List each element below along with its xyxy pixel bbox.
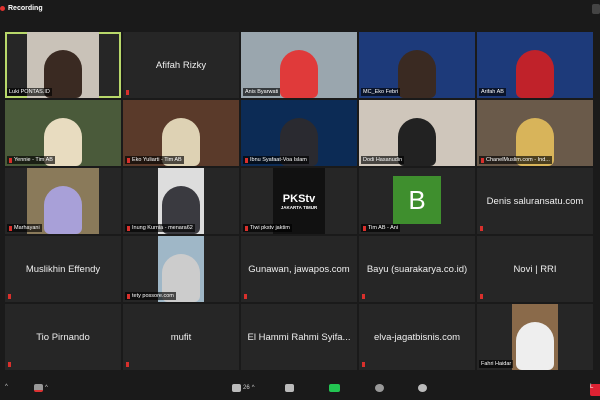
participant-name-label: tety possore.com xyxy=(125,292,176,300)
participant-name-label: Anis Byarwati xyxy=(243,88,281,96)
participant-tile[interactable]: Eko Yuliarti - Tim AB xyxy=(123,100,239,166)
muted-mic-icon xyxy=(244,294,247,299)
participant-tile[interactable]: tety possore.com xyxy=(123,236,239,302)
participant-tile[interactable]: Novi | RRI xyxy=(477,236,593,302)
recording-dot-icon xyxy=(0,6,5,11)
muted-mic-icon xyxy=(245,225,248,231)
muted-mic-icon xyxy=(480,226,483,231)
participant-tile[interactable]: Luki PONTAS.ID xyxy=(5,32,121,98)
participant-tile[interactable]: Arifah AB xyxy=(477,32,593,98)
participant-name: Muslikhin Effendy xyxy=(25,263,101,275)
participant-name-label: Tiwi pkstv jaktim xyxy=(243,224,292,232)
recording-indicator[interactable]: Recording xyxy=(0,5,43,12)
chat-icon xyxy=(285,384,294,392)
participant-name: Novi | RRI xyxy=(513,263,557,275)
muted-mic-icon xyxy=(127,293,130,299)
muted-mic-icon xyxy=(362,294,365,299)
participant-tile[interactable]: MC_Eko Febri xyxy=(359,32,475,98)
muted-mic-icon xyxy=(8,362,11,367)
participant-tile[interactable]: Anis Byarwati xyxy=(241,32,357,98)
record-icon xyxy=(375,384,384,392)
participant-name-label: Luki PONTAS.ID xyxy=(7,88,52,96)
muted-mic-icon xyxy=(9,225,12,231)
participant-tile[interactable]: Yennie - Tim AB xyxy=(5,100,121,166)
participants-icon xyxy=(232,384,241,392)
share-screen-icon xyxy=(329,384,340,392)
participant-name: elva-jagatbisnis.com xyxy=(373,331,461,343)
muted-mic-icon xyxy=(127,157,130,163)
participant-name: Bayu (suarakarya.co.id) xyxy=(366,263,468,275)
meeting-toolbar: ^ ^ 26 ^ L xyxy=(0,378,600,400)
participant-name: mufit xyxy=(170,331,192,343)
share-screen-button[interactable] xyxy=(329,384,340,392)
participant-tile[interactable]: Ibnu Syafaat-Voa Islam xyxy=(241,100,357,166)
reaction-icon xyxy=(418,384,427,392)
participant-tile[interactable]: Gunawan, jawapos.com xyxy=(241,236,357,302)
participant-name: Gunawan, jawapos.com xyxy=(248,263,350,275)
participant-name-label: Yennie - Tim AB xyxy=(7,156,55,164)
participant-tile[interactable]: Inung Kurnia - menara62 xyxy=(123,168,239,234)
muted-mic-icon xyxy=(362,362,365,367)
participant-tile[interactable]: Muslikhin Effendy xyxy=(5,236,121,302)
participant-tile[interactable]: Denis saluransatu.com xyxy=(477,168,593,234)
participant-tile[interactable]: Afifah Rizky xyxy=(123,32,239,98)
reactions-button[interactable] xyxy=(418,384,427,392)
participant-name-label: Arifah AB xyxy=(479,88,506,96)
participant-tile[interactable]: Tio Pirnando xyxy=(5,304,121,370)
participant-name-label: Ibnu Syafaat-Voa Islam xyxy=(243,156,309,164)
participant-name-label: Fahri Haidar xyxy=(479,360,514,368)
muted-mic-icon xyxy=(9,157,12,163)
participant-tile[interactable]: El Hammi Rahmi Syifa... xyxy=(241,304,357,370)
participant-tile[interactable]: Marhayani xyxy=(5,168,121,234)
participant-name: Denis saluransatu.com xyxy=(486,195,584,207)
muted-mic-icon xyxy=(126,362,129,367)
participant-name: Afifah Rizky xyxy=(155,59,207,71)
muted-mic-icon xyxy=(481,157,484,163)
participant-name-label: Tim AB - Ani xyxy=(361,224,401,232)
participant-tile[interactable]: Dodi Hasanudin xyxy=(359,100,475,166)
stop-video-button[interactable]: ^ xyxy=(34,384,48,392)
leave-button[interactable]: L xyxy=(590,384,600,396)
participant-tile[interactable]: Bayu (suarakarya.co.id) xyxy=(359,236,475,302)
muted-mic-icon xyxy=(127,225,130,231)
participant-name-label: Inung Kurnia - menara62 xyxy=(125,224,195,232)
participant-name-label: ChanelMuslim.com - Ind... xyxy=(479,156,552,164)
chat-button[interactable] xyxy=(285,384,294,392)
audio-options-chevron-icon[interactable]: ^ xyxy=(5,384,8,390)
top-bar: Recording xyxy=(0,0,600,22)
participant-name-label: Dodi Hasanudin xyxy=(361,156,405,164)
participant-tile[interactable]: elva-jagatbisnis.com xyxy=(359,304,475,370)
muted-mic-icon xyxy=(8,294,11,299)
video-feed xyxy=(512,304,558,370)
video-off-icon xyxy=(34,384,43,392)
muted-mic-icon xyxy=(126,90,129,95)
participant-tile[interactable]: PKStv JAKARTA TIMUR Tiwi pkstv jaktim xyxy=(241,168,357,234)
participant-tile[interactable]: Fahri Haidar xyxy=(477,304,593,370)
participant-name-label: MC_Eko Febri xyxy=(361,88,401,96)
participants-button[interactable]: 26 ^ xyxy=(232,384,255,392)
participant-tile[interactable]: mufit xyxy=(123,304,239,370)
muted-mic-icon xyxy=(363,225,366,231)
muted-mic-icon xyxy=(480,294,483,299)
view-toggle-button[interactable] xyxy=(592,4,600,14)
logo: PKStv xyxy=(282,192,316,205)
record-button[interactable] xyxy=(375,384,384,392)
participant-name-label: Marhayani xyxy=(7,224,42,232)
participant-tile[interactable]: ChanelMuslim.com - Ind... xyxy=(477,100,593,166)
muted-mic-icon xyxy=(245,157,248,163)
participant-name: El Hammi Rahmi Syifa... xyxy=(247,331,351,343)
participant-name-label: Eko Yuliarti - Tim AB xyxy=(125,156,184,164)
gallery-grid: Luki PONTAS.ID Afifah Rizky Anis Byarwati M… xyxy=(5,32,593,370)
participant-name: Tio Pirnando xyxy=(36,331,90,343)
avatar: B xyxy=(393,176,441,224)
participant-tile[interactable]: B Tim AB - Ani xyxy=(359,168,475,234)
